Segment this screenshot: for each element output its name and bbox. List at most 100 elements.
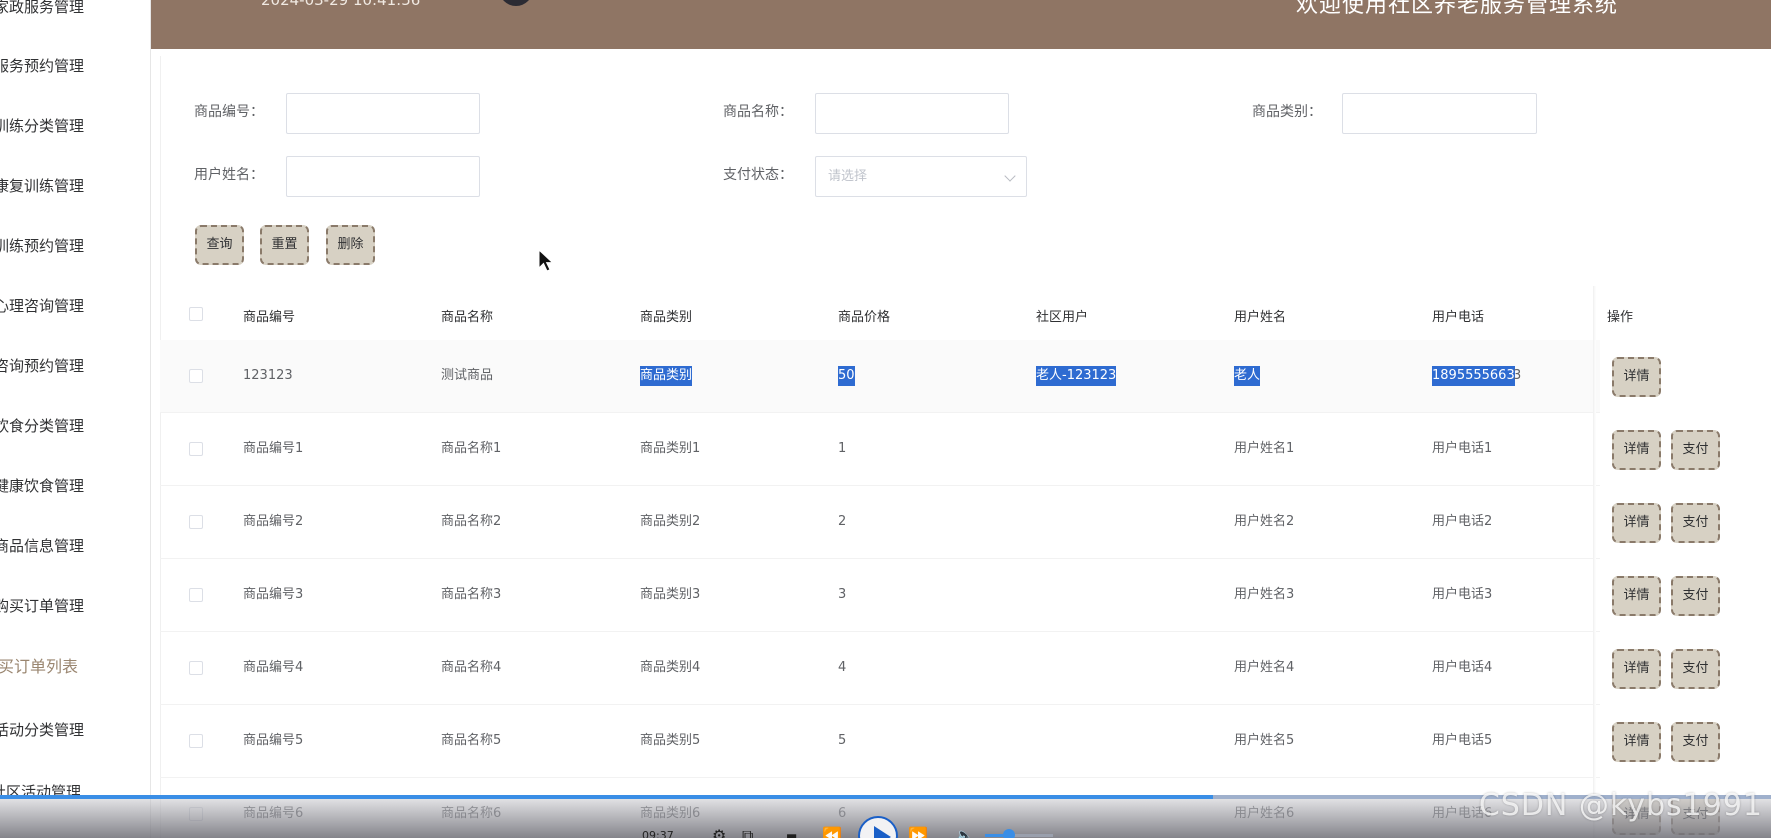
cell-product-no: 商品编号4 [243,660,304,675]
settings-icon[interactable]: ⚙ [712,828,726,838]
sidebar-item-11[interactable]: 购买订单管理 [0,591,84,621]
detail-button[interactable]: 详情 [1612,430,1661,470]
column-header-actions: 操作 [1607,310,1634,325]
cell-phone: 用户电话4 [1432,660,1493,675]
cell-product-name: 商品名称3 [441,587,502,602]
cell-category: 商品类别3 [640,587,701,602]
pay-button[interactable]: 支付 [1671,649,1720,689]
sidebar-item-13[interactable]: 活动分类管理 [0,715,84,745]
row-divider [160,558,1600,559]
cell-product-no: 商品编号5 [243,733,304,748]
sidebar-item-6[interactable]: 心理咨询管理 [0,291,84,321]
sidebar-item-12[interactable]: 买订单列表 [0,652,78,682]
detail-button[interactable]: 详情 [1612,649,1661,689]
sidebar-item-2[interactable]: 服务预约管理 [0,51,84,81]
cell-user-name: 用户姓名4 [1234,660,1295,675]
stop-icon[interactable]: ■ [786,830,797,838]
user-name-input[interactable] [286,156,480,197]
cell-phone: 用户电话3 [1432,587,1493,602]
cell-user-name: 用户姓名3 [1234,587,1295,602]
watermark: CSDN @kybs1991 [1478,788,1763,823]
sidebar-item-8[interactable]: 饮食分类管理 [0,411,84,441]
cell-product-no: 商品编号2 [243,514,304,529]
pay-button[interactable]: 支付 [1671,722,1720,762]
volume-icon[interactable]: 🔈 [955,828,975,838]
cell-price: 50 [838,366,855,386]
avatar[interactable] [499,0,533,6]
row-checkbox[interactable] [189,515,203,529]
fast-forward-icon[interactable]: ⏩ [908,828,928,838]
detail-button[interactable]: 详情 [1612,576,1661,616]
pay-button[interactable]: 支付 [1671,430,1720,470]
detail-button[interactable]: 详情 [1612,722,1661,762]
row-checkbox[interactable] [189,661,203,675]
row-divider [160,631,1600,632]
cell-price: 3 [838,587,847,602]
row-checkbox[interactable] [189,442,203,456]
cell-category: 商品类别5 [640,733,701,748]
product-name-input[interactable] [815,93,1009,134]
pay-status-label: 支付状态： [723,167,793,183]
cell-phone-selected: 1895555663 [1432,366,1515,386]
chevron-down-icon [1004,170,1016,182]
row-divider [160,485,1600,486]
delete-button[interactable]: 删除 [326,225,375,265]
cell-user-name: 用户姓名1 [1234,441,1295,456]
pay-status-placeholder: 请选择 [828,169,868,184]
cell-product-name: 测试商品 [441,368,494,383]
cell-product-name: 商品名称1 [441,441,502,456]
cell-phone: 用户电话2 [1432,514,1493,529]
rewind-icon[interactable]: ⏪ [822,828,842,838]
pay-button[interactable]: 支付 [1671,576,1720,616]
pip-icon[interactable]: ⧉ [742,828,753,838]
sidebar-item-5[interactable]: 训练预约管理 [0,231,84,261]
column-header-user-name: 用户姓名 [1234,310,1287,325]
cell-category: 商品类别4 [640,660,701,675]
cell-phone: 用户电话1 [1432,441,1493,456]
row-checkbox[interactable] [189,734,203,748]
cell-product-no: 123123 [243,368,293,383]
sidebar-item-1[interactable]: 家政服务管理 [0,0,84,22]
cell-product-name: 商品名称5 [441,733,502,748]
cell-category: 商品类别1 [640,441,701,456]
cell-community-user: 老人-123123 [1036,366,1117,386]
volume-slider-handle[interactable] [1002,829,1015,838]
cell-user-name: 用户姓名5 [1234,733,1295,748]
row-checkbox[interactable] [189,369,203,383]
pay-button[interactable]: 支付 [1671,503,1720,543]
sidebar: 家政服务管理服务预约管理 训练分类管理 康复训练管理 训练预约管理 心理咨询管理 咨询预约… [0,0,151,838]
select-all-checkbox[interactable] [189,307,203,321]
product-no-input[interactable] [286,93,480,134]
user-name-label: 用户姓名： [194,167,264,183]
cell-product-name: 商品名称4 [441,660,502,675]
header-datetime: 2024-03-29 10:41:56 [261,0,421,9]
detail-button[interactable]: 详情 [1612,503,1661,543]
reset-button[interactable]: 重置 [260,225,309,265]
page-title: 欢迎使用社区养老服务管理系统 [1295,0,1618,18]
detail-button[interactable]: 详情 [1612,357,1661,397]
cell-product-name: 商品名称2 [441,514,502,529]
fixed-column-divider [1593,286,1596,838]
sidebar-item-4[interactable]: 康复训练管理 [0,171,84,201]
video-time: 09:37 [642,829,674,838]
row-checkbox[interactable] [189,588,203,602]
column-header-community-user: 社区用户 [1036,310,1089,325]
cell-phone: 3 [1513,368,1522,383]
product-category-input[interactable] [1342,93,1537,134]
play-icon [874,826,891,838]
cell-phone: 用户电话5 [1432,733,1493,748]
row-divider [160,412,1600,413]
sidebar-item-7[interactable]: 咨询预约管理 [0,351,84,381]
column-header-category: 商品类别 [640,310,693,325]
sidebar-item-9[interactable]: 健康饮食管理 [0,471,84,501]
cell-category: 商品类别 [640,366,693,386]
volume-slider[interactable] [985,829,1053,838]
column-header-price: 商品价格 [838,310,891,325]
sidebar-item-10[interactable]: 商品信息管理 [0,531,84,561]
sidebar-item-3[interactable]: 训练分类管理 [0,111,84,141]
column-header-phone: 用户电话 [1432,310,1485,325]
column-header-product-no: 商品编号 [243,310,296,325]
query-button[interactable]: 查询 [195,225,244,265]
pay-status-select[interactable]: 请选择 [815,156,1027,197]
cell-user-name: 老人 [1234,366,1261,386]
